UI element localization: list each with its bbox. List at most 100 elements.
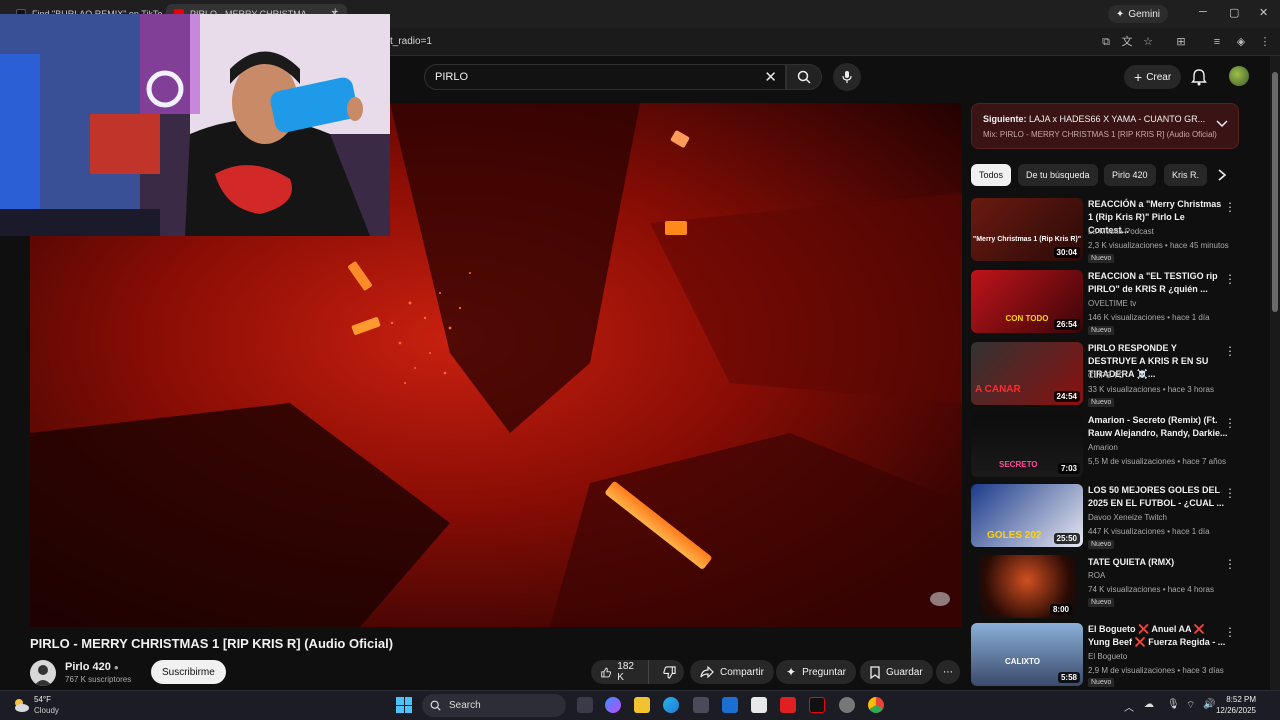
steam-icon[interactable] [839, 697, 855, 713]
chip-de-tu-busqueda[interactable]: De tu búsqueda [1018, 164, 1098, 186]
video-meta: 2,9 M de visualizaciones • hace 3 días [1088, 666, 1224, 675]
recommendation-item[interactable]: A CANAR 24:54 PIRLO RESPONDE Y DESTRUYE … [971, 342, 1246, 408]
collections-icon[interactable]: ≡ [1210, 35, 1224, 49]
maximize-icon[interactable]: ▢ [1229, 6, 1239, 19]
more-vertical-icon[interactable]: ⋮ [1224, 344, 1236, 358]
duration: 8:00 [1049, 604, 1072, 615]
recommendation-item[interactable]: "Merry Christmas 1 (Rip Kris R)" 30:04 R… [971, 198, 1246, 264]
ask-label: Preguntar [802, 666, 846, 678]
page-scrollbar[interactable] [1270, 56, 1280, 690]
like-button[interactable]: 182 K [591, 660, 649, 684]
scrollbar-thumb[interactable] [1272, 72, 1278, 312]
recommendation-item[interactable]: CALIXTO 5:58 El Bogueto ❌ Anuel AA ❌ Yun… [971, 623, 1246, 687]
onedrive-icon[interactable]: ☁ [1144, 699, 1154, 710]
extension-icon[interactable]: ◈ [1234, 35, 1248, 49]
minimize-icon[interactable]: ─ [1199, 6, 1207, 18]
video-title: Amarion - Secreto (Remix) (Ft. Rauw Alej… [1088, 415, 1228, 438]
video-meta: 5,5 M de visualizaciones • hace 7 años [1088, 457, 1226, 466]
sparkle-icon: ✦ [1115, 8, 1125, 20]
create-button[interactable]: + Crear [1124, 65, 1182, 89]
account-avatar[interactable] [1229, 66, 1249, 86]
gemini-button[interactable]: ✦ Gemini [1107, 5, 1168, 23]
chevron-down-icon[interactable] [1216, 120, 1228, 128]
more-actions-button[interactable]: ⋯ [936, 660, 960, 684]
thumbnail-caption: GOLES 202 [987, 530, 1042, 541]
star-icon[interactable]: ☆ [1141, 35, 1155, 49]
show-hidden-icons-icon[interactable]: ︿ [1124, 699, 1134, 714]
chip-pirlo-420[interactable]: Pirlo 420 [1104, 164, 1156, 186]
new-badge: Nuevo [1088, 398, 1115, 407]
create-label: Crear [1146, 71, 1172, 83]
split-view-icon[interactable]: ⊞ [1174, 35, 1188, 49]
netflix-icon[interactable] [809, 697, 825, 713]
share-icon [700, 666, 714, 678]
thumbnail-caption: "Merry Christmas 1 (Rip Kris R)" [972, 236, 1082, 243]
microphone-icon[interactable]: 🎙 [1167, 699, 1180, 710]
cloudy-weather-icon[interactable] [12, 696, 30, 714]
wifi-icon[interactable]: ⌔ [1186, 699, 1195, 712]
notifications-bell-icon[interactable] [1191, 68, 1207, 86]
voice-search-button[interactable] [833, 63, 861, 91]
menu-icon[interactable]: ⋮ [1258, 35, 1272, 49]
recommendation-item[interactable]: SECRETO 7:03 Amarion - Secreto (Remix) (… [971, 414, 1246, 480]
clock-date: 12/26/2025 [1215, 706, 1256, 715]
watermark-logo-icon [930, 592, 950, 606]
task-view-icon[interactable] [577, 697, 593, 713]
channel-name: CLIPS TC [1088, 371, 1124, 380]
duration: 24:54 [1053, 391, 1080, 402]
translate-icon[interactable]: 文 [1120, 35, 1134, 49]
microphone-icon [842, 71, 852, 83]
more-vertical-icon[interactable]: ⋮ [1224, 625, 1236, 639]
more-vertical-icon[interactable]: ⋮ [1224, 486, 1236, 500]
chevron-right-icon[interactable] [1216, 168, 1228, 182]
save-button[interactable]: Guardar [860, 660, 933, 684]
search-button[interactable] [786, 64, 822, 90]
recommendation-item[interactable]: GOLES 202 25:50 LOS 50 MEJORES GOLES DEL… [971, 484, 1246, 550]
subscribe-button[interactable]: Suscribirme [151, 660, 226, 684]
edge-icon[interactable] [663, 697, 679, 713]
chrome-icon[interactable] [868, 697, 884, 713]
like-dislike-group: 182 K [591, 660, 684, 684]
url-text[interactable]: t_radio=1 [390, 36, 432, 47]
chip-todos[interactable]: Todos [971, 164, 1012, 186]
windows-start-icon[interactable] [396, 697, 412, 713]
more-vertical-icon[interactable]: ⋮ [1224, 272, 1236, 286]
app-icon[interactable] [751, 697, 767, 713]
copilot-icon[interactable] [605, 697, 621, 713]
more-vertical-icon[interactable]: ⋮ [1224, 557, 1236, 571]
mix-title: Mix: PIRLO - MERRY CHRISTMAS 1 [RIP KRIS… [983, 130, 1217, 139]
thumbnail: CON TODO 26:54 [971, 270, 1083, 333]
search-value: PIRLO [435, 71, 469, 83]
video-meta: 33 K visualizaciones • hace 3 horas [1088, 385, 1214, 394]
install-icon[interactable]: ⧉ [1099, 35, 1113, 49]
subscriber-count: 767 K suscriptores [65, 675, 132, 684]
recommendation-item[interactable]: CON TODO 26:54 REACCION a "EL TESTIGO ri… [971, 270, 1246, 336]
share-button[interactable]: Compartir [690, 660, 774, 684]
new-badge: Nuevo [1088, 678, 1115, 687]
channel-name[interactable]: Pirlo 420 ● [65, 661, 119, 673]
volume-icon[interactable]: 🔊 [1203, 699, 1215, 710]
window-close-icon[interactable]: ✕ [1259, 6, 1268, 19]
store-icon[interactable] [693, 697, 709, 713]
clear-search-icon[interactable]: ✕ [764, 68, 777, 86]
outlook-icon[interactable] [722, 697, 738, 713]
taskbar-search-label: Search [449, 700, 481, 711]
channel-name: El Bogueto [1088, 652, 1128, 661]
youtube-app-icon[interactable] [780, 697, 796, 713]
channel-avatar[interactable] [30, 660, 56, 686]
taskbar-search[interactable]: Search [422, 694, 566, 717]
more-vertical-icon[interactable]: ⋮ [1224, 416, 1236, 430]
search-input[interactable]: PIRLO ✕ [424, 64, 786, 90]
new-badge: Nuevo [1088, 540, 1115, 549]
more-vertical-icon[interactable]: ⋮ [1224, 200, 1236, 214]
chip-kris-r[interactable]: Kris R. [1164, 164, 1207, 186]
dislike-button[interactable] [655, 660, 684, 684]
avatar-image [30, 660, 56, 686]
recommendation-item[interactable]: 8:00 TATE QUIETA (RMX) ROA 74 K visualiz… [971, 555, 1246, 621]
channel-name: OVELTIME tv [1088, 299, 1137, 308]
system-clock[interactable]: 8:52 PM 12/26/2025 [1216, 694, 1256, 716]
up-next-panel[interactable]: Siguiente: LAJA x HADES66 X YAMA - CUANT… [971, 103, 1239, 149]
file-explorer-icon[interactable] [634, 697, 650, 713]
duration: 7:03 [1057, 463, 1080, 474]
ask-button[interactable]: ✦ Preguntar [776, 660, 856, 684]
